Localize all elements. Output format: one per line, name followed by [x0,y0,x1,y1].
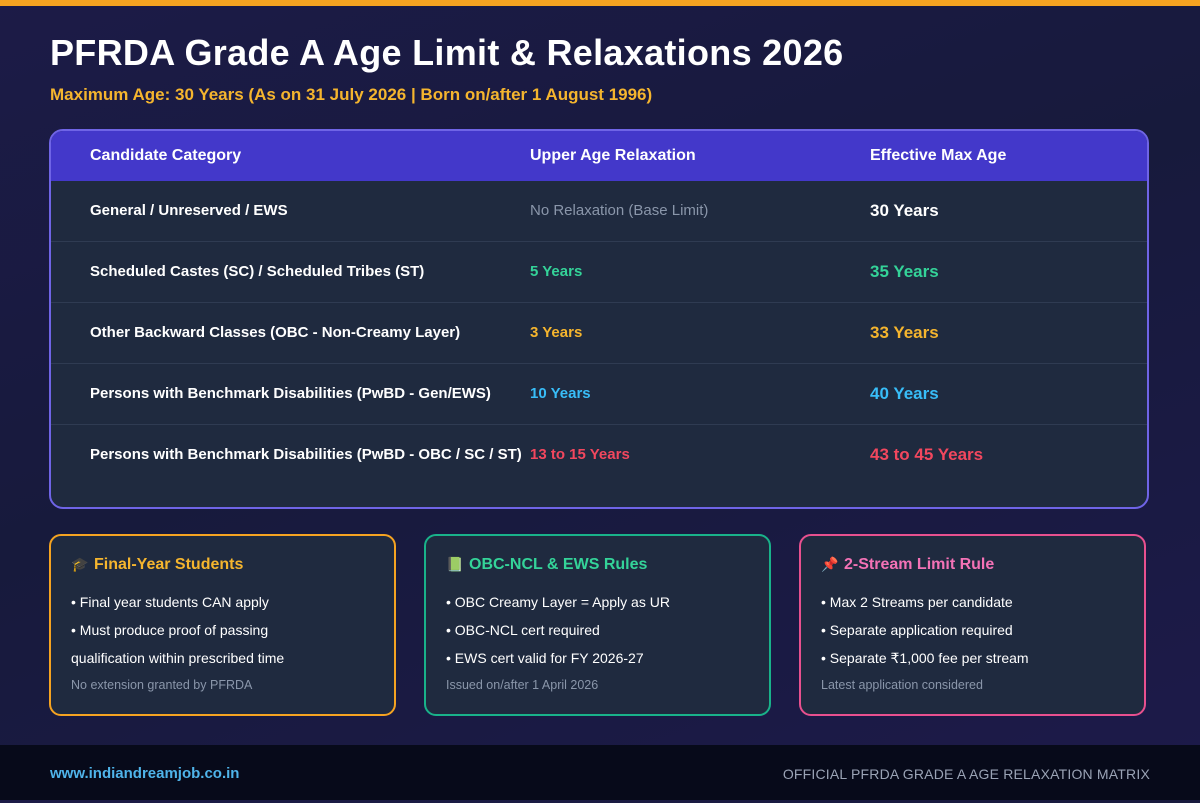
row-relaxation: 5 Years [530,263,583,280]
card-line: • Final year students CAN apply [71,594,269,610]
card-line: • Must produce proof of passing [71,622,269,638]
row-relaxation: 3 Years [530,324,583,341]
card-line: qualification within prescribed time [71,650,285,666]
row-relaxation: 13 to 15 Years [530,446,630,463]
row-category: Other Backward Classes (OBC - Non-Creamy… [90,324,461,341]
column-header-relaxation: Upper Age Relaxation [530,147,696,164]
row-relaxation: 10 Years [530,385,591,402]
card-title: 🎓 Final-Year Students [71,556,244,573]
table-row: Scheduled Castes (SC) / Scheduled Tribes… [51,242,1147,303]
page-title: PFRDA Grade A Age Limit & Relaxations 20… [50,32,844,73]
table-row: Persons with Benchmark Disabilities (PwB… [51,425,1147,485]
card-title: 📌 2-Stream Limit Rule [821,556,995,573]
card-line: • Max 2 Streams per candidate [821,594,1013,610]
footer-website-link[interactable]: www.indiandreamjob.co.in [50,745,239,803]
card-line: • OBC Creamy Layer = Apply as UR [446,594,670,610]
card-line: • Separate application required [821,622,1013,638]
age-relaxation-table: Candidate Category Upper Age Relaxation … [49,129,1149,509]
card-line: • Separate ₹1,000 fee per stream [821,650,1029,666]
row-relaxation: No Relaxation (Base Limit) [530,202,709,219]
footer: www.indiandreamjob.co.in OFFICIAL PFRDA … [0,745,1200,800]
obc-ncl-ews-rules-card: 📗 OBC-NCL & EWS Rules • OBC Creamy Layer … [424,534,771,716]
row-max-age: 43 to 45 Years [870,445,984,464]
card-note: Issued on/after 1 April 2026 [446,678,599,692]
column-header-max-age: Effective Max Age [870,147,1007,164]
row-max-age: 30 Years [870,201,939,220]
card-note: Latest application considered [821,678,983,692]
table-header: Candidate Category Upper Age Relaxation … [51,131,1147,181]
top-accent-bar [0,0,1200,6]
table-row: Persons with Benchmark Disabilities (PwB… [51,364,1147,425]
table-row: General / Unreserved / EWS No Relaxation… [51,181,1147,242]
pushpin-icon: 📌 [821,556,839,572]
book-icon: 📗 [446,556,464,572]
two-stream-limit-rule-card: 📌 2-Stream Limit Rule • Max 2 Streams per… [799,534,1146,716]
card-line: • OBC-NCL cert required [446,622,600,638]
card-note: No extension granted by PFRDA [71,678,253,692]
row-max-age: 35 Years [870,262,939,281]
row-max-age: 40 Years [870,384,939,403]
row-category: General / Unreserved / EWS [90,202,288,219]
page-subtitle: Maximum Age: 30 Years (As on 31 July 202… [50,85,653,104]
row-category: Persons with Benchmark Disabilities (PwB… [90,446,522,463]
graduation-cap-icon: 🎓 [71,556,89,572]
row-category: Persons with Benchmark Disabilities (PwB… [90,385,491,402]
final-year-students-card: 🎓 Final-Year Students • Final year studen… [49,534,396,716]
footer-tagline: OFFICIAL PFRDA GRADE A AGE RELAXATION MA… [782,766,1150,782]
row-max-age: 33 Years [870,323,939,342]
card-line: • EWS cert valid for FY 2026-27 [446,650,644,666]
card-title: 📗 OBC-NCL & EWS Rules [446,556,648,573]
column-header-category: Candidate Category [90,147,242,164]
table-row: Other Backward Classes (OBC - Non-Creamy… [51,303,1147,364]
row-category: Scheduled Castes (SC) / Scheduled Tribes… [90,263,425,280]
